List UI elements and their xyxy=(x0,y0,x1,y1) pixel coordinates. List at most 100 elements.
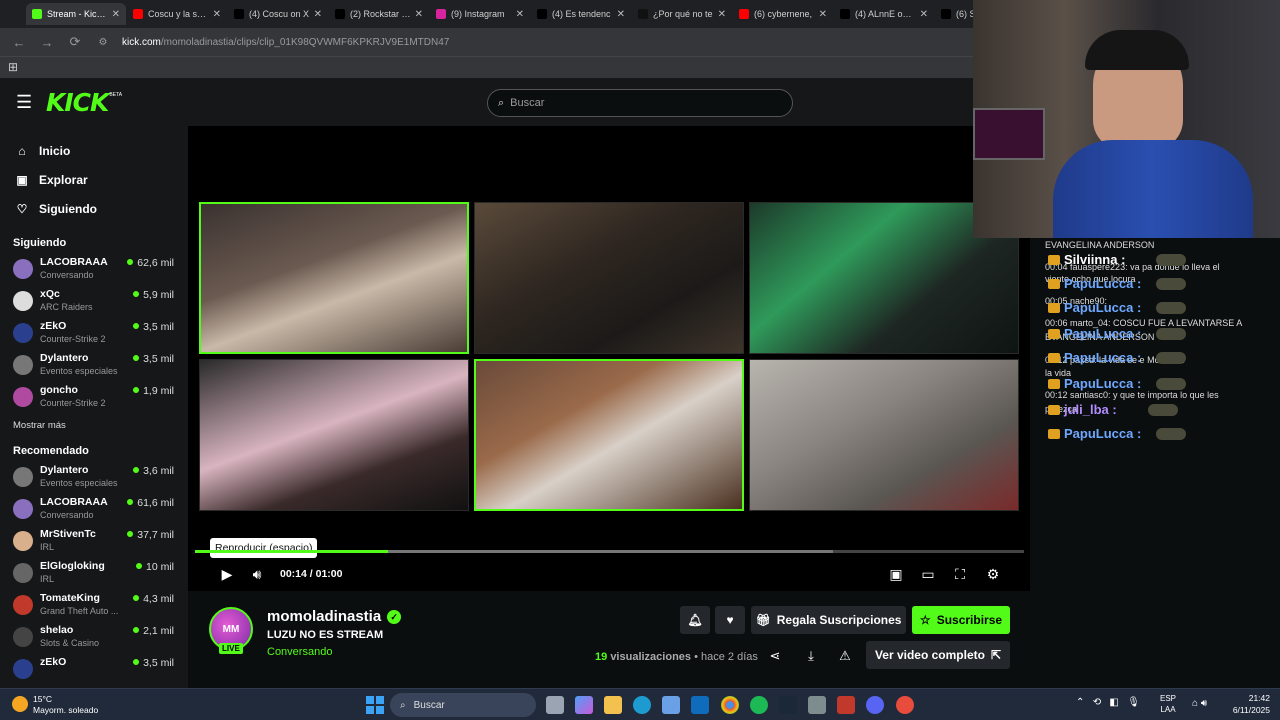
report-icon[interactable]: ⚠ xyxy=(836,648,854,664)
edge-icon[interactable] xyxy=(633,696,651,714)
copilot-icon[interactable] xyxy=(575,696,593,714)
search-placeholder: Buscar xyxy=(510,97,545,109)
gift-subs-button[interactable]: 🎁︎ Regala Suscripciones xyxy=(751,606,906,634)
browser-tab[interactable]: ¿Por qué no te ✕ xyxy=(632,3,732,25)
progress-fill xyxy=(195,550,389,553)
sidebar-channel[interactable]: TomateKing Grand Theft Auto ... 4,3 mil xyxy=(0,589,188,621)
browser-tab[interactable]: (9) Instagram ✕ xyxy=(430,3,530,25)
stream-category[interactable]: Conversando xyxy=(267,646,332,658)
avatar xyxy=(13,387,33,407)
steam-icon[interactable] xyxy=(779,696,797,714)
fullscreen-icon[interactable]: ⛶ xyxy=(951,566,969,583)
chat-username[interactable]: PapuLucca : xyxy=(1064,376,1141,391)
close-tab-icon[interactable]: ✕ xyxy=(112,9,120,20)
sidebar-item-explorar[interactable]: ▣ Explorar xyxy=(0,165,188,194)
discord-icon[interactable] xyxy=(866,696,884,714)
sidebar-channel[interactable]: xQc ARC Raiders 5,9 mil xyxy=(0,285,188,317)
theater-mode-icon[interactable]: ▭ xyxy=(919,566,937,583)
recommended-list: Dylantero Eventos especiales 3,6 mil LACOBR… xyxy=(0,461,188,685)
language-indicator[interactable]: ESP LAA xyxy=(1160,693,1176,715)
miniplayer-icon[interactable]: ▣ xyxy=(887,566,905,583)
video-player[interactable]: Reproducir (espacio) ▶ 🔊︎ 00:14 / 01:00 … xyxy=(188,126,1030,591)
close-tab-icon[interactable]: ✕ xyxy=(314,9,322,20)
browser-tab[interactable]: (6) cybernene, ✕ xyxy=(733,3,833,25)
settings-app-icon[interactable] xyxy=(808,696,826,714)
chat-username[interactable]: PapuLucca : xyxy=(1064,276,1141,291)
browser-tab[interactable]: (4) ALnnE on X ✕ xyxy=(834,3,934,25)
channel-name[interactable]: momoladinastia xyxy=(267,608,381,625)
channel-name: goncho xyxy=(40,384,78,396)
chat-username[interactable]: PapuLucca : xyxy=(1064,300,1141,315)
tray-icons[interactable]: ⌃ ⟲ ◧ 🎙︎ xyxy=(1076,697,1140,708)
app-icon[interactable] xyxy=(896,696,914,714)
search-input[interactable]: ⌕ Buscar xyxy=(487,89,793,117)
sidebar-channel[interactable]: shelao Slots & Casino 2,1 mil xyxy=(0,621,188,653)
browser-tab[interactable]: Coscu y la sexu ✕ xyxy=(127,3,227,25)
viewer-count: 10 mil xyxy=(136,561,174,573)
volume-icon[interactable]: 🔊︎ xyxy=(248,566,266,583)
sidebar-item-siguiendo[interactable]: ♡ Siguiendo xyxy=(0,194,188,223)
close-tab-icon[interactable]: ✕ xyxy=(718,9,726,20)
site-info-icon[interactable]: ⚙ xyxy=(94,37,112,48)
browser-tab[interactable]: Stream - Kick Cl ✕ xyxy=(26,3,126,25)
sidebar-item-inicio[interactable]: ⌂ Inicio xyxy=(0,136,188,165)
sidebar-channel[interactable]: Dylantero Eventos especiales 3,6 mil xyxy=(0,461,188,493)
sidebar-channel[interactable]: zEkO Counter-Strike 2 3,5 mil xyxy=(0,317,188,349)
gift-icon: 🎁︎ xyxy=(755,613,771,627)
chat-username[interactable]: juli_lba : xyxy=(1064,402,1117,417)
outlook-icon[interactable] xyxy=(691,696,709,714)
jersey xyxy=(1053,140,1253,238)
app-icon[interactable] xyxy=(837,696,855,714)
windows-start-icon[interactable] xyxy=(366,696,384,714)
close-tab-icon[interactable]: ✕ xyxy=(415,9,423,20)
share-icon[interactable]: ⋖ xyxy=(766,648,784,664)
apps-grid-icon[interactable]: ⊞ xyxy=(8,61,20,73)
sidebar-channel[interactable]: goncho Counter-Strike 2 1,9 mil xyxy=(0,381,188,413)
channel-name: Dylantero xyxy=(40,352,89,364)
close-tab-icon[interactable]: ✕ xyxy=(213,9,221,20)
settings-icon[interactable]: ⚙ xyxy=(984,566,1002,583)
download-icon[interactable]: ⤓ xyxy=(802,648,820,664)
chrome-icon[interactable] xyxy=(721,696,739,714)
follow-button[interactable]: ♥ xyxy=(715,606,745,634)
close-tab-icon[interactable]: ✕ xyxy=(617,9,625,20)
close-tab-icon[interactable]: ✕ xyxy=(819,9,827,20)
sidebar-channel[interactable]: Dylantero Eventos especiales 3,5 mil xyxy=(0,349,188,381)
taskbar-search[interactable]: ⌕ Buscar xyxy=(390,693,536,717)
reload-icon[interactable]: ⟳ xyxy=(66,34,84,50)
clock[interactable]: 21:42 6/11/2025 xyxy=(1233,692,1270,716)
chat-username[interactable]: PapuLucca : xyxy=(1064,426,1141,441)
play-button[interactable]: ▶ xyxy=(218,566,236,583)
network-volume-icons[interactable]: ⌂ 🔊︎ xyxy=(1192,698,1207,709)
browser-tab[interactable]: (4) Coscu on X ✕ xyxy=(228,3,328,25)
show-more-link[interactable]: Mostrar más xyxy=(0,413,188,437)
task-view-icon[interactable] xyxy=(546,696,564,714)
close-tab-icon[interactable]: ✕ xyxy=(920,9,928,20)
chat-username[interactable]: Silviinna : xyxy=(1064,252,1125,267)
full-video-button[interactable]: Ver video completo ⇱ xyxy=(866,641,1010,669)
forward-icon[interactable]: → xyxy=(38,35,56,50)
store-icon[interactable] xyxy=(662,696,680,714)
sidebar-channel[interactable]: zEkO 3,5 mil xyxy=(0,653,188,685)
chat-username[interactable]: PapuLucca : xyxy=(1064,350,1141,365)
subscribe-button[interactable]: ☆ Suscribirse xyxy=(912,606,1010,634)
tab-title: ¿Por qué no te xyxy=(653,9,713,19)
progress-bar[interactable] xyxy=(195,550,1024,553)
sidebar-channel[interactable]: ElGlogloking IRL 10 mil xyxy=(0,557,188,589)
back-icon[interactable]: ← xyxy=(10,35,28,50)
file-explorer-icon[interactable] xyxy=(604,696,622,714)
sidebar-channel[interactable]: MrStivenTc IRL 37,7 mil xyxy=(0,525,188,557)
sidebar-channel[interactable]: LACOBRAAA Conversando 61,6 mil xyxy=(0,493,188,525)
chat-username[interactable]: PapuLucca : xyxy=(1064,326,1141,341)
url-field[interactable]: kick.com /momoladinastia/clips/clip_01K9… xyxy=(122,31,449,53)
kick-logo[interactable]: KICK xyxy=(46,88,109,117)
notification-button[interactable]: 🔔︎ xyxy=(680,606,710,634)
weather-widget[interactable]: 15°C Mayorm. soleado xyxy=(12,694,98,716)
spotify-icon[interactable] xyxy=(750,696,768,714)
sidebar-channel[interactable]: LACOBRAAA Conversando 62,6 mil xyxy=(0,253,188,285)
close-tab-icon[interactable]: ✕ xyxy=(516,9,524,20)
video-grid xyxy=(199,202,1021,514)
browser-tab[interactable]: (2) Rockstar Ga ✕ xyxy=(329,3,429,25)
browser-tab[interactable]: (4) Es tendenc ✕ xyxy=(531,3,631,25)
menu-icon[interactable]: ☰ xyxy=(16,92,38,113)
